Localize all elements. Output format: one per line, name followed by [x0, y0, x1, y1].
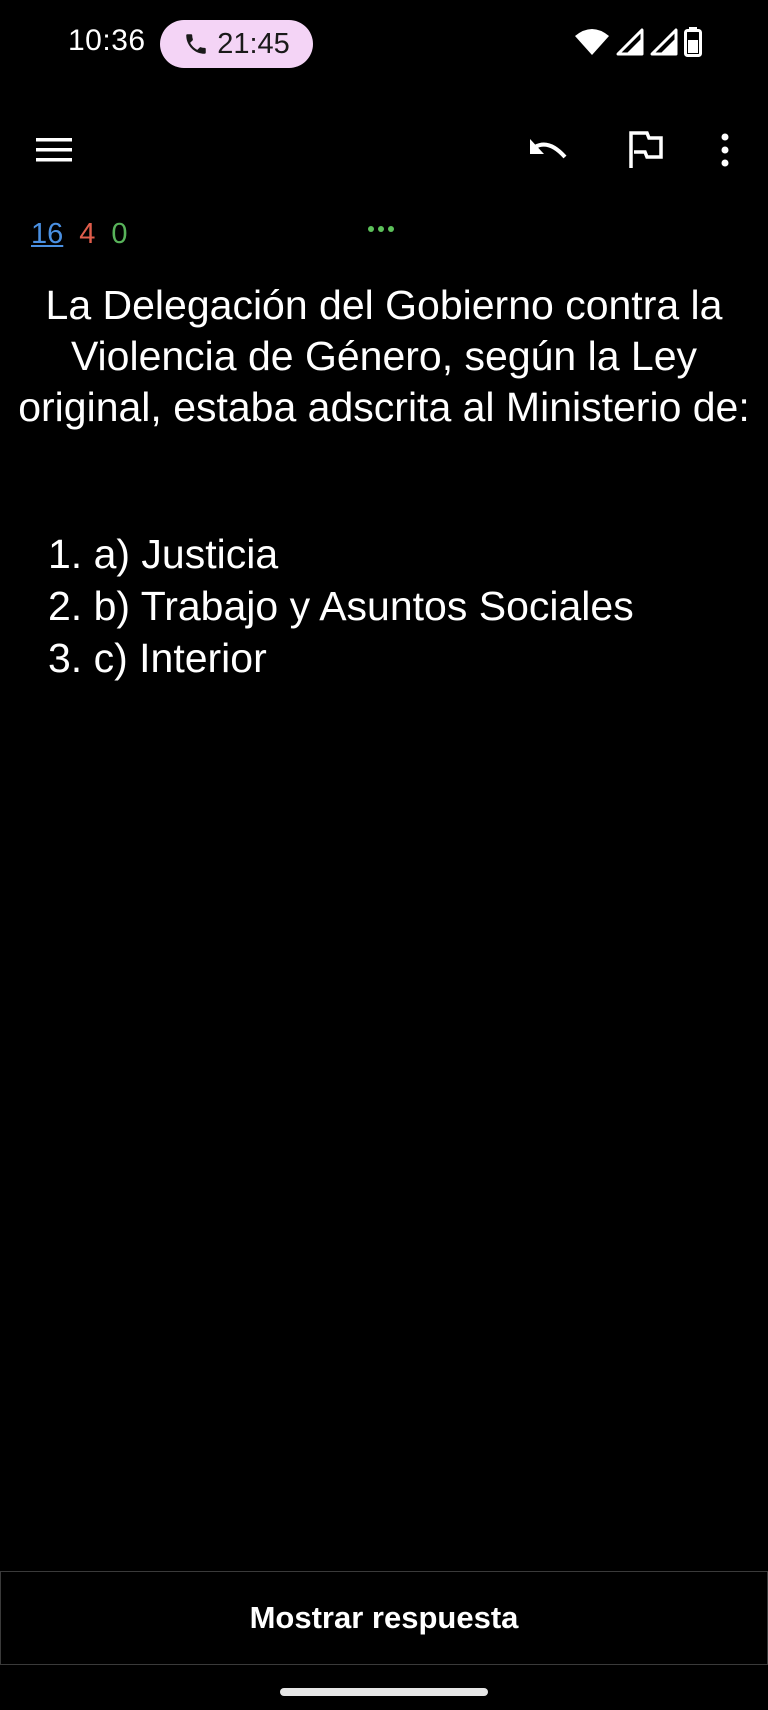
- undo-button[interactable]: [521, 122, 577, 178]
- call-duration: 21:45: [217, 27, 290, 60]
- undo-icon: [530, 139, 567, 159]
- ongoing-call-chip[interactable]: 21:45: [160, 20, 313, 68]
- ellipsis-icon: [368, 226, 394, 232]
- learning-count: 4: [79, 218, 96, 250]
- phone-icon: [186, 34, 206, 54]
- menu-icon: [36, 138, 72, 162]
- review-count: 0: [111, 218, 128, 250]
- flag-icon: [629, 131, 663, 168]
- navigation-handle[interactable]: [280, 1688, 488, 1696]
- more-options-button[interactable]: [697, 122, 753, 178]
- list-item: 2. b) Trabajo y Asuntos Sociales: [48, 583, 634, 629]
- card-question: La Delegación del Gobierno contra la Vio…: [18, 282, 750, 430]
- flag-button[interactable]: [617, 122, 673, 178]
- more-vert-icon: [721, 133, 729, 167]
- status-icons: [574, 27, 702, 57]
- wifi-icon: [575, 29, 609, 55]
- new-count[interactable]: 16: [31, 218, 63, 251]
- card-counts: 16 4 0: [31, 218, 128, 251]
- menu-button[interactable]: [26, 122, 82, 178]
- toolbar: [0, 110, 768, 190]
- status-bar: 10:36 21:45: [0, 0, 768, 90]
- signal-icon: [616, 28, 644, 56]
- signal-icon: [650, 28, 678, 56]
- answer-options: 1. a) Justicia 2. b) Trabajo y Asuntos S…: [48, 528, 634, 684]
- status-time: 10:36: [68, 24, 146, 57]
- battery-icon: [684, 27, 702, 57]
- list-item: 1. a) Justicia: [48, 531, 279, 577]
- show-answer-button[interactable]: Mostrar respuesta: [0, 1571, 768, 1665]
- list-item: 3. c) Interior: [48, 635, 267, 681]
